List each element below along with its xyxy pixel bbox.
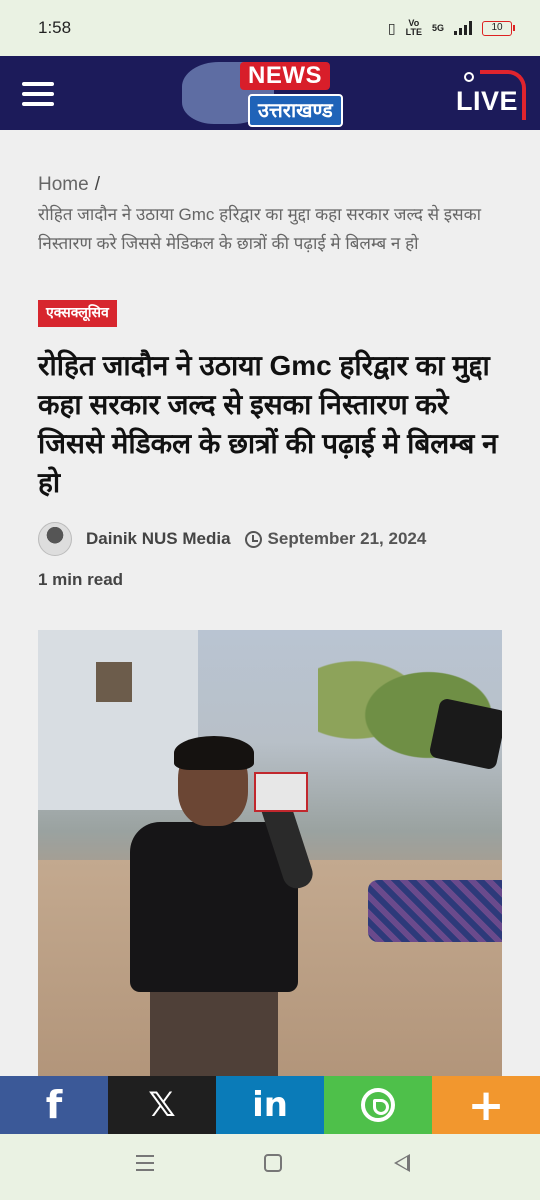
share-facebook-button[interactable]: f [0,1076,108,1134]
breadcrumb-current: रोहित जादौन ने उठाया Gmc हरिद्वार का मुद… [38,205,482,253]
facebook-icon: f [45,1083,63,1127]
read-time: 1 min read [38,570,124,589]
site-header: NEWS उत्तराखण्ड LIVE [0,56,540,130]
network-type: 5G [431,22,444,33]
article-title: रोहित जादौन ने उठाया Gmc हरिद्वार का मुद… [38,350,498,498]
live-label: LIVE [456,86,519,116]
whatsapp-icon [361,1088,395,1122]
share-x-button[interactable]: 𝕏 [108,1076,216,1134]
breadcrumb: Home / रोहित जादौन ने उठाया Gmc हरिद्वार … [38,170,502,258]
breadcrumb-separator: / [94,174,100,195]
category-badge[interactable]: एक्सक्लूसिव [38,300,117,327]
hamburger-icon[interactable] [22,82,54,106]
share-bar: f 𝕏 in + [0,1076,540,1134]
status-time: 1:58 [38,18,72,37]
share-more-button[interactable]: + [432,1076,540,1134]
photo-mic-flag [254,772,308,812]
share-whatsapp-button[interactable] [324,1076,432,1134]
publish-date: September 21, 2024 [267,529,427,548]
home-icon[interactable] [264,1154,282,1172]
featured-image[interactable] [38,630,502,1078]
article-content: Home / रोहित जादौन ने उठाया Gmc हरिद्वार … [38,130,502,590]
system-nav-bar [0,1134,540,1200]
author-link[interactable]: Dainik NUS Media [86,529,231,549]
logo-uttarakhand-text: उत्तराखण्ड [248,94,343,127]
clock-icon [244,530,262,548]
lte-label: LTE [405,27,422,37]
linkedin-icon: in [252,1085,288,1125]
live-dot-icon [464,72,474,82]
live-button[interactable]: LIVE [452,68,530,124]
back-icon[interactable] [394,1154,410,1172]
logo-news-text: NEWS [240,62,330,90]
recent-apps-icon[interactable] [136,1154,154,1172]
battery-icon: 10 [482,20,515,36]
site-logo[interactable]: NEWS उत्तराखण्ड [182,60,360,128]
author-avatar[interactable] [38,522,72,556]
volte-indicator: Vo LTE [406,19,422,37]
plus-icon: + [467,1079,505,1131]
photo-reporter-arm [368,880,502,942]
breadcrumb-home-link[interactable]: Home [38,174,89,195]
status-bar: 1:58 ▯ Vo LTE 5G 10 [0,0,540,56]
status-icons: ▯ Vo LTE 5G 10 [387,19,515,37]
share-linkedin-button[interactable]: in [216,1076,324,1134]
vibrate-icon: ▯ [387,19,396,36]
signal-icon [454,21,472,35]
x-icon: 𝕏 [148,1085,176,1125]
article-meta: Dainik NUS Media September 21, 2024 [38,522,502,556]
